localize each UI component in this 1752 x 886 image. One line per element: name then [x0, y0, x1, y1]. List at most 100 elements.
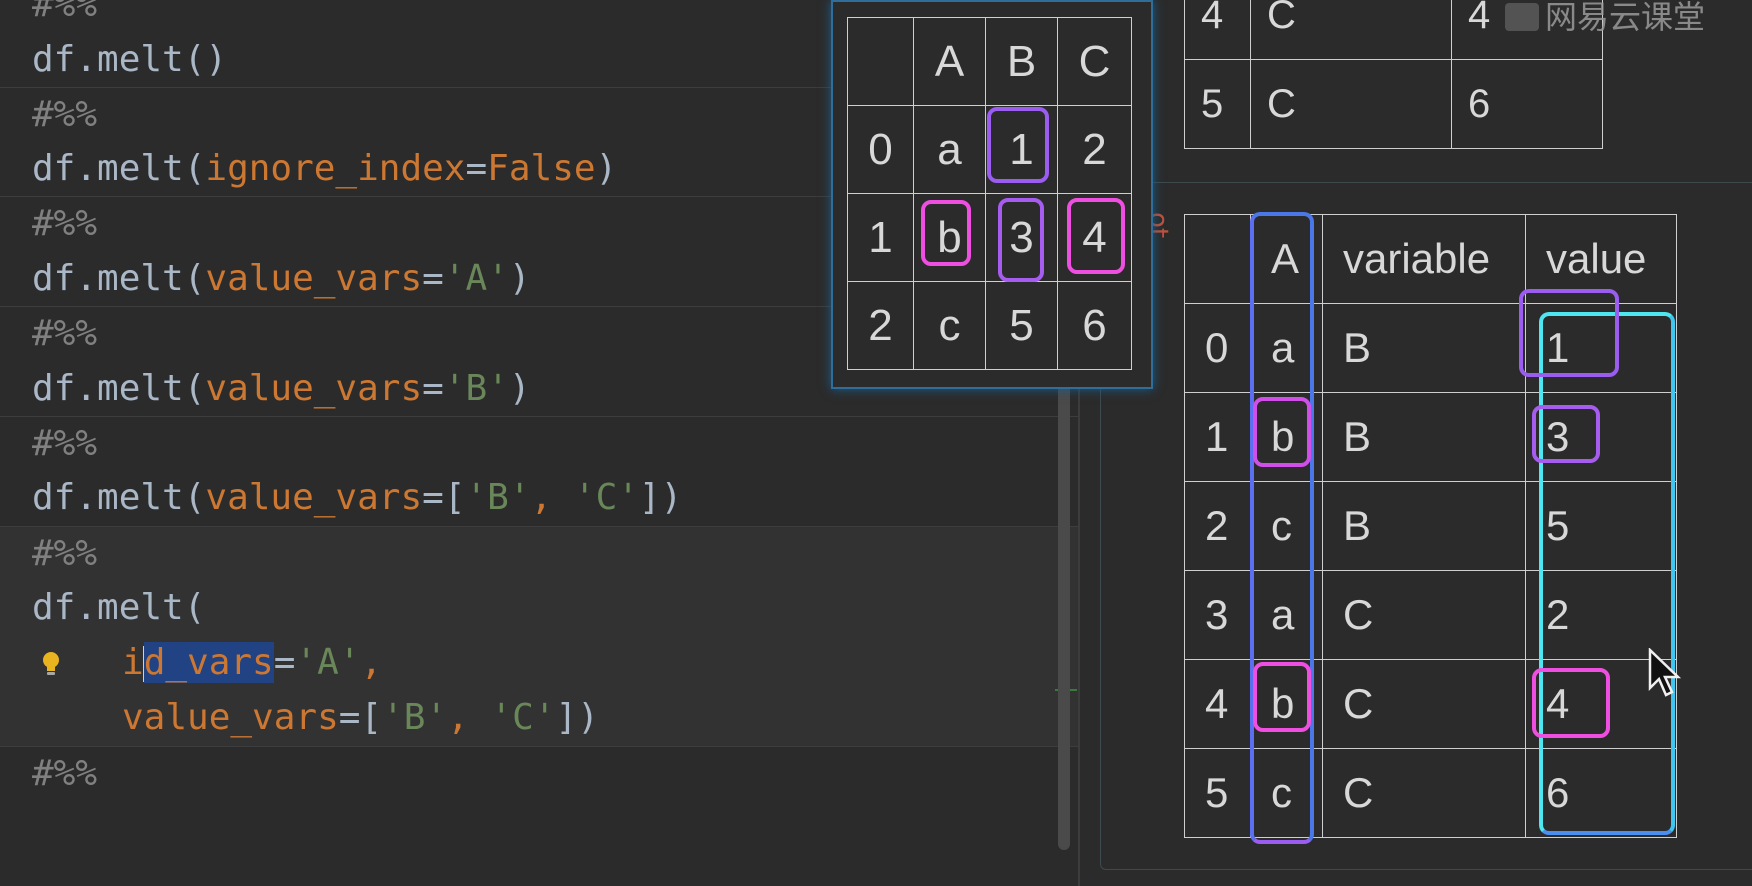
watermark: 网易云课堂	[1505, 0, 1705, 34]
code-line[interactable]: df.melt(value_vars='A')	[32, 252, 531, 306]
table-row: 5 C 6	[1184, 59, 1603, 149]
code-op: =	[273, 642, 296, 683]
code-line[interactable]: df.melt(value_vars=['B', 'C'])	[32, 471, 682, 525]
cell-marker[interactable]: #%%	[32, 527, 97, 581]
table-cell: 2	[1057, 105, 1132, 194]
cell-separator	[0, 746, 1078, 747]
table-header-cell: A	[913, 17, 986, 106]
cell-marker[interactable]: #%%	[32, 88, 97, 142]
table-cell: C	[1250, 0, 1452, 60]
code-line[interactable]: value_vars=['B', 'C'])	[122, 691, 599, 745]
code-text: #%%	[32, 203, 98, 244]
code-value: 'B'	[382, 697, 448, 738]
source-dataframe-popup: A B C 0a12 1b34 2c56	[831, 0, 1153, 389]
editor-scrollbar[interactable]	[1058, 380, 1070, 850]
table-header-cell	[1184, 214, 1251, 304]
code-value: 'B'	[465, 477, 531, 518]
code-op: =	[422, 368, 444, 409]
code-arg: value_vars	[205, 258, 423, 299]
table-cell: 4	[1184, 0, 1251, 60]
code-op: ])	[638, 477, 683, 518]
code-value: False	[487, 148, 596, 189]
table-cell: 5	[1184, 748, 1251, 838]
table-cell: 2	[1184, 481, 1251, 571]
cell-marker[interactable]: #%%	[32, 747, 97, 801]
column-a-highlight	[1250, 212, 1314, 844]
cell-marker[interactable]: #%%	[32, 0, 97, 32]
code-arg: value_vars	[205, 477, 423, 518]
value-4-highlight	[1532, 668, 1610, 738]
table-cell: B	[1322, 481, 1526, 571]
table-cell: C	[1250, 59, 1452, 149]
code-func: df.melt(	[32, 258, 206, 299]
code-line[interactable]: df.melt()	[32, 33, 227, 87]
table-cell: B	[1322, 392, 1526, 482]
table-header-cell: B	[985, 17, 1058, 106]
table-cell: 3	[1184, 570, 1251, 660]
table-cell: 5	[985, 281, 1058, 370]
cell-marker[interactable]: #%%	[32, 417, 97, 471]
source-4-highlight	[1067, 198, 1125, 274]
watermark-text: 网易云课堂	[1545, 0, 1706, 36]
table-row: 2c56	[847, 281, 1132, 370]
code-op: ,	[447, 697, 491, 738]
code-arg: value_vars	[122, 697, 339, 738]
table-cell: 6	[1057, 281, 1132, 370]
code-value: 'C'	[573, 477, 639, 518]
code-value: 'B'	[443, 368, 509, 409]
code-op: =	[465, 148, 488, 189]
table-cell: 5	[1184, 59, 1251, 149]
source-3-highlight	[998, 198, 1044, 282]
source-1-highlight	[987, 107, 1049, 183]
code-line[interactable]: df.melt(ignore_index=False)	[32, 142, 617, 196]
lightbulb-icon[interactable]	[40, 650, 62, 678]
code-op: ,	[530, 477, 574, 518]
code-line[interactable]: id_vars='A',	[122, 636, 382, 690]
code-op: )	[508, 368, 531, 409]
cell-separator	[0, 526, 1078, 527]
code-op: ,	[360, 642, 383, 683]
code-op: =[	[338, 697, 383, 738]
code-op: )	[508, 258, 531, 299]
code-func: df.melt(	[32, 148, 206, 189]
code-value: 'A'	[443, 258, 509, 299]
cell-marker[interactable]: #%%	[32, 307, 97, 361]
source-dataframe-table: A B C 0a12 1b34 2c56	[847, 17, 1132, 370]
table-cell: 4	[1184, 659, 1251, 749]
table-header-row: A B C	[847, 17, 1132, 106]
code-text: #%%	[32, 423, 98, 464]
table-cell: a	[913, 105, 986, 194]
table-cell: C	[1322, 659, 1526, 749]
code-line[interactable]: df.melt(	[32, 581, 205, 635]
cell-separator	[0, 416, 1078, 417]
code-text: #%%	[32, 753, 98, 794]
table-cell: 2	[847, 281, 914, 370]
code-text: #%%	[32, 0, 98, 25]
table-cell: 0	[1184, 303, 1251, 393]
value-1-highlight	[1519, 289, 1619, 377]
code-op: =	[422, 258, 444, 299]
code-arg: value_vars	[205, 368, 423, 409]
code-line[interactable]: df.melt(value_vars='B')	[32, 362, 531, 416]
table-cell: 1	[1184, 392, 1251, 482]
b-row1-highlight	[1253, 397, 1311, 467]
value-3-highlight	[1532, 405, 1600, 463]
code-text: #%%	[32, 94, 98, 135]
code-text: df.melt(	[32, 587, 206, 628]
table-cell: c	[913, 281, 986, 370]
selected-text: d_vars	[143, 642, 274, 683]
table-header-cell: C	[1057, 17, 1132, 106]
cell-marker[interactable]: #%%	[32, 197, 97, 251]
code-text: #%%	[32, 533, 98, 574]
code-op: )	[595, 148, 618, 189]
mouse-pointer-icon	[1648, 648, 1682, 697]
table-header-cell	[847, 17, 914, 106]
table-cell: 0	[847, 105, 914, 194]
source-b-highlight	[921, 200, 971, 266]
table-cell: B	[1322, 303, 1526, 393]
table-header-cell: variable	[1322, 214, 1526, 304]
code-text: df.melt()	[32, 39, 228, 80]
table-cell: 1	[847, 193, 914, 282]
table-cell: 6	[1451, 59, 1603, 149]
code-op: =[	[422, 477, 466, 518]
